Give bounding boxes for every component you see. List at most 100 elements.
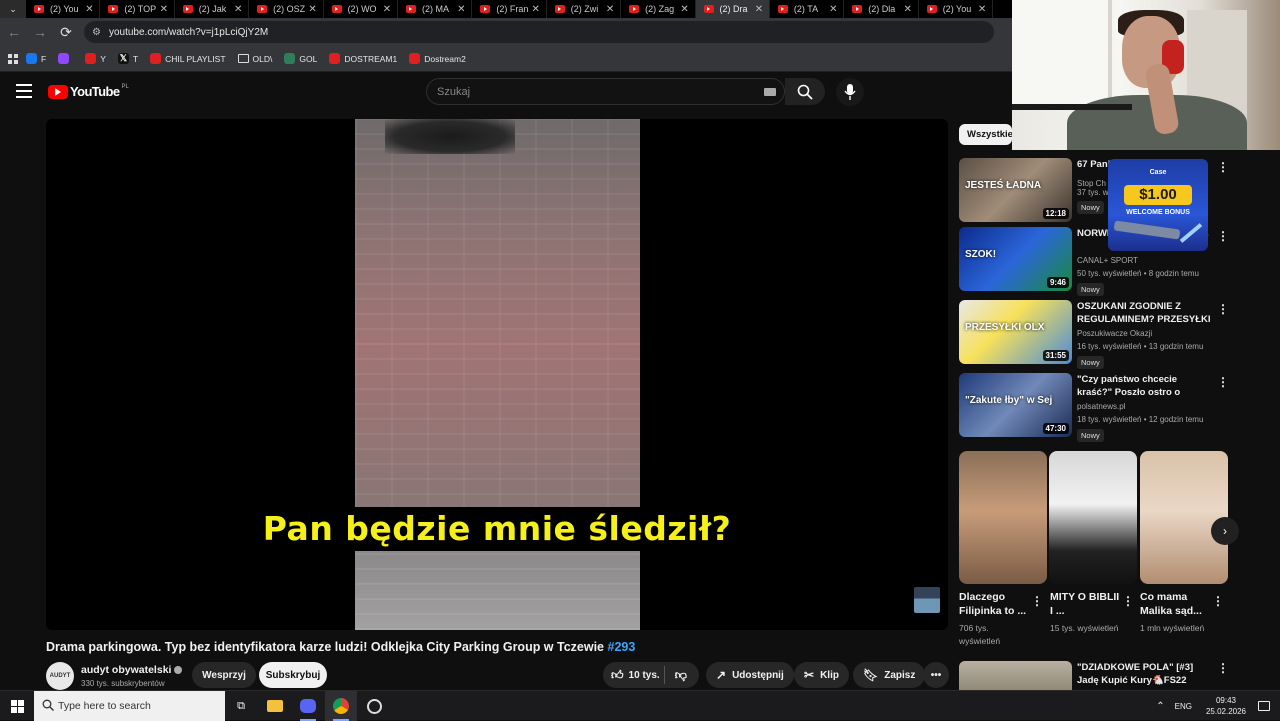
task-view-button[interactable]: ⧉ <box>225 691 257 721</box>
start-button[interactable] <box>0 691 34 721</box>
browser-tab[interactable]: (2) WO ✕ <box>324 0 398 18</box>
close-tab-icon[interactable]: ✕ <box>604 4 616 15</box>
video-menu-icon[interactable]: ⋮ <box>1217 229 1229 243</box>
video-title-link[interactable]: "DZIADKOWE POLA" [#3] Jadę Kupić Kury🐔FS… <box>1077 661 1212 687</box>
channel-name[interactable]: polsatnews.pl <box>1077 402 1125 411</box>
short-thumbnail[interactable] <box>1140 451 1228 584</box>
tab-search-button[interactable]: ⌄ <box>0 0 26 18</box>
close-tab-icon[interactable]: ✕ <box>381 4 393 15</box>
browser-tab[interactable]: (2) OSZ ✕ <box>249 0 324 18</box>
channel-name[interactable]: audyt obywatelski <box>81 664 183 676</box>
close-tab-icon[interactable]: ✕ <box>307 4 319 15</box>
back-button[interactable]: ← <box>2 20 26 44</box>
video-menu-icon[interactable]: ⋮ <box>1217 661 1229 675</box>
bookmark-item[interactable]: F <box>26 53 46 64</box>
browser-tab[interactable]: (2) MA ✕ <box>398 0 473 18</box>
site-info-icon[interactable]: ⚙ <box>92 27 101 38</box>
obs-button[interactable] <box>358 691 390 721</box>
clip-button[interactable]: ✂ Klip <box>794 662 849 688</box>
close-tab-icon[interactable]: ✕ <box>158 4 170 15</box>
channel-avatar[interactable]: AUDYT <box>46 662 74 690</box>
short-menu-icon[interactable]: ⋮ <box>1031 594 1043 608</box>
apps-grid-icon[interactable] <box>0 53 26 64</box>
bookmark-item[interactable]: 𝕏T <box>117 53 138 64</box>
ad-banner[interactable]: Case $1.00 WELCOME BONUS <box>1108 159 1208 251</box>
bookmark-item[interactable] <box>58 53 73 64</box>
video-menu-icon[interactable]: ⋮ <box>1217 375 1229 389</box>
video-thumbnail[interactable]: "Zakute łby" w Sej 47:30 <box>959 373 1072 437</box>
browser-tab[interactable]: (2) Dla ✕ <box>844 0 919 18</box>
short-thumbnail[interactable] <box>959 451 1047 584</box>
video-thumbnail[interactable]: PRZESYŁKI OLX 31:55 <box>959 300 1072 364</box>
browser-tab[interactable]: (2) TA ✕ <box>770 0 845 18</box>
bookmark-item[interactable]: CHIL PLAYLIST <box>150 53 226 64</box>
browser-tab[interactable]: (2) Dra ✕ <box>695 0 770 18</box>
video-thumbnail[interactable]: SZOK! 9:46 <box>959 227 1072 291</box>
bookmark-item[interactable]: GOL <box>284 53 317 64</box>
short-menu-icon[interactable]: ⋮ <box>1122 594 1134 608</box>
close-tab-icon[interactable]: ✕ <box>827 4 839 15</box>
browser-tab[interactable]: (2) TOP ✕ <box>100 0 175 18</box>
notification-icon[interactable] <box>1258 701 1270 711</box>
support-button[interactable]: Wesprzyj <box>192 662 256 688</box>
close-tab-icon[interactable]: ✕ <box>679 4 691 15</box>
like-button[interactable]: 👍︎ 10 tys. <box>603 668 660 683</box>
video-hashtag[interactable]: #293 <box>608 640 636 654</box>
channel-name[interactable]: Poszukiwacze Okazji <box>1077 329 1152 338</box>
search-button[interactable] <box>785 78 825 105</box>
browser-tab[interactable]: (2) Jak ✕ <box>175 0 250 18</box>
browser-tab[interactable]: (2) Zwi ✕ <box>547 0 622 18</box>
show-hidden-icons[interactable]: ⌃ <box>1156 701 1164 712</box>
video-title-link[interactable]: "Czy państwo chcecie kraść?" Poszło ostr… <box>1077 373 1212 399</box>
voice-search-button[interactable] <box>836 78 864 106</box>
clock[interactable]: 09:43 25.02.2026 <box>1206 695 1246 717</box>
bookmark-item[interactable]: Y <box>85 53 106 64</box>
dislike-button[interactable]: 👎︎ <box>669 668 693 683</box>
video-menu-icon[interactable]: ⋮ <box>1217 302 1229 316</box>
forward-button[interactable]: → <box>28 20 52 44</box>
url-field[interactable]: ⚙ youtube.com/watch?v=j1pLciQjY2M <box>84 21 994 43</box>
close-tab-icon[interactable]: ✕ <box>232 4 244 15</box>
video-thumbnail[interactable] <box>959 661 1072 693</box>
video-thumbnail[interactable]: JESTEŚ ŁADNA 12:18 <box>959 158 1072 222</box>
close-tab-icon[interactable]: ✕ <box>455 4 467 15</box>
close-tab-icon[interactable]: ✕ <box>753 4 765 15</box>
recommended-video[interactable]: "Zakute łby" w Sej 47:30 "Czy państwo chce… <box>959 373 1229 442</box>
save-button[interactable]: 🔖︎ Zapisz <box>853 662 926 688</box>
subscribe-button[interactable]: Subskrybuj <box>259 662 327 688</box>
close-tab-icon[interactable]: ✕ <box>976 4 988 15</box>
reload-button[interactable]: ⟳ <box>54 20 78 44</box>
recommended-video[interactable]: PRZESYŁKI OLX 31:55 OSZUKANI ZGODNIE Z REG… <box>959 300 1229 369</box>
video-player[interactable]: Pan będzie mnie śledził? <box>46 119 948 630</box>
menu-icon[interactable] <box>16 84 32 98</box>
channel-watermark[interactable] <box>914 587 940 613</box>
more-actions-button[interactable]: ••• <box>923 662 949 688</box>
shorts-next-button[interactable]: › <box>1211 517 1239 545</box>
bookmark-item[interactable]: DOSTREAM1 <box>329 53 397 64</box>
close-tab-icon[interactable]: ✕ <box>530 4 542 15</box>
file-explorer-button[interactable] <box>259 691 291 721</box>
close-tab-icon[interactable]: ✕ <box>83 4 95 15</box>
video-title-link[interactable]: OSZUKANI ZGODNIE Z REGULAMINEM? PRZESYŁK… <box>1077 300 1212 326</box>
short-title[interactable]: Dlaczego Filipinka to ... <box>959 590 1029 618</box>
filter-chip-all[interactable]: Wszystkie <box>959 124 1012 145</box>
chrome-button[interactable] <box>325 691 357 721</box>
close-tab-icon[interactable]: ✕ <box>902 4 914 15</box>
short-thumbnail[interactable] <box>1049 451 1137 584</box>
taskbar-search-input[interactable]: Type here to search <box>34 691 225 721</box>
youtube-logo[interactable]: YouTube PL <box>48 84 129 99</box>
bookmark-item[interactable]: OLD\ <box>237 54 272 64</box>
app-button[interactable] <box>292 691 324 721</box>
language-indicator[interactable]: ENG <box>1175 702 1192 711</box>
short-title[interactable]: MITY O BIBLII I ... <box>1050 590 1120 618</box>
browser-tab[interactable]: (2) You ✕ <box>919 0 994 18</box>
channel-name[interactable]: Stop Ch <box>1077 179 1106 188</box>
keyboard-icon[interactable] <box>764 88 776 96</box>
short-menu-icon[interactable]: ⋮ <box>1212 594 1224 608</box>
video-menu-icon[interactable]: ⋮ <box>1217 160 1229 174</box>
channel-name[interactable]: CANAL+ SPORT <box>1077 256 1138 265</box>
browser-tab[interactable]: (2) Fran ✕ <box>472 0 547 18</box>
search-input[interactable]: Szukaj <box>426 78 785 105</box>
browser-tab[interactable]: (2) You ✕ <box>26 0 101 18</box>
share-button[interactable]: ↗ Udostępnij <box>706 662 794 688</box>
